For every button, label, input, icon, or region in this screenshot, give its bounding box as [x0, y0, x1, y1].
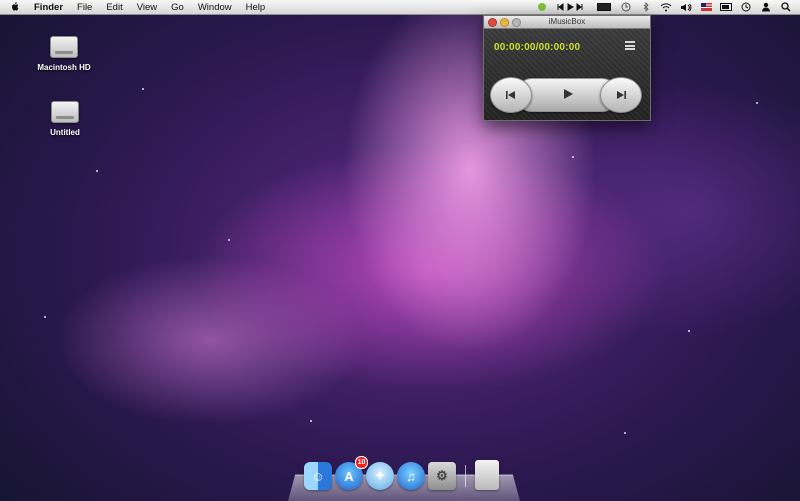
dock-itunes-icon[interactable]: ♫ [397, 462, 425, 490]
user-icon[interactable] [760, 2, 772, 12]
star [142, 88, 144, 90]
star [310, 420, 312, 422]
dock-finder-icon[interactable]: ☺ [304, 462, 332, 490]
time-machine-icon[interactable] [620, 2, 632, 12]
compass-icon: ✦ [374, 468, 386, 483]
play-icon [564, 89, 573, 99]
dock-separator [465, 465, 466, 487]
previous-icon [506, 91, 515, 99]
hard-drive-icon [51, 101, 79, 123]
volume-icon[interactable] [680, 2, 692, 12]
transport-controls-icon[interactable] [556, 2, 588, 12]
menu-help[interactable]: Help [246, 2, 266, 13]
minimize-button[interactable] [500, 18, 509, 27]
star [756, 102, 758, 104]
music-note-icon: ♫ [406, 468, 416, 484]
time-display: 00:00:00/00:00:00 [494, 42, 581, 53]
playlist-icon[interactable] [625, 41, 635, 50]
window-titlebar[interactable]: iMusicBox [484, 16, 650, 29]
imusicbox-window: iMusicBox 00:00:00/00:00:00 [483, 15, 651, 121]
dock-app-store-icon[interactable]: A 10 [335, 456, 368, 490]
window-controls [488, 18, 521, 27]
menu-edit[interactable]: Edit [106, 2, 122, 13]
close-button[interactable] [488, 18, 497, 27]
play-button[interactable] [546, 78, 590, 110]
menu-file[interactable]: File [77, 2, 92, 13]
apple-menu-icon[interactable] [10, 2, 20, 12]
wifi-icon[interactable] [660, 2, 672, 12]
flag-icon[interactable] [700, 2, 712, 12]
desktop-icon-untitled[interactable]: Untitled [25, 101, 105, 137]
desktop-icon-label: Untitled [50, 128, 80, 137]
dock: ☺ A 10 ✦ ♫ ⚙ [304, 456, 499, 490]
desktop-icon-macintosh-hd[interactable]: Macintosh HD [24, 36, 104, 72]
finder-face-icon: ☺ [311, 468, 325, 484]
dock-trash-icon[interactable] [475, 460, 499, 490]
imusicbox-status-icon[interactable] [536, 2, 548, 12]
star [688, 330, 690, 332]
menu-bar: Finder File Edit View Go Window Help [0, 0, 800, 15]
desktop-icon-label: Macintosh HD [37, 63, 91, 72]
star [228, 239, 230, 241]
bluetooth-icon[interactable] [640, 2, 652, 12]
dock-system-preferences-icon[interactable]: ⚙ [428, 462, 456, 490]
menu-app-name[interactable]: Finder [34, 2, 63, 13]
gear-icon: ⚙ [436, 468, 448, 483]
star [572, 156, 574, 158]
star [44, 316, 46, 318]
hard-drive-icon [50, 36, 78, 58]
window-title: iMusicBox [548, 17, 586, 26]
zoom-button[interactable] [512, 18, 521, 27]
next-track-button[interactable] [600, 77, 642, 113]
transport-controls [490, 74, 644, 114]
menu-view[interactable]: View [137, 2, 157, 13]
menu-go[interactable]: Go [171, 2, 184, 13]
clock-icon[interactable] [740, 2, 752, 12]
battery-icon[interactable] [720, 2, 732, 12]
menu-window[interactable]: Window [198, 2, 232, 13]
previous-track-button[interactable] [490, 77, 532, 113]
next-icon [617, 91, 626, 99]
dock-safari-icon[interactable]: ✦ [366, 462, 394, 490]
battery-text-icon[interactable] [596, 2, 612, 12]
star [96, 170, 98, 172]
star [624, 432, 626, 434]
spotlight-icon[interactable] [780, 2, 792, 12]
